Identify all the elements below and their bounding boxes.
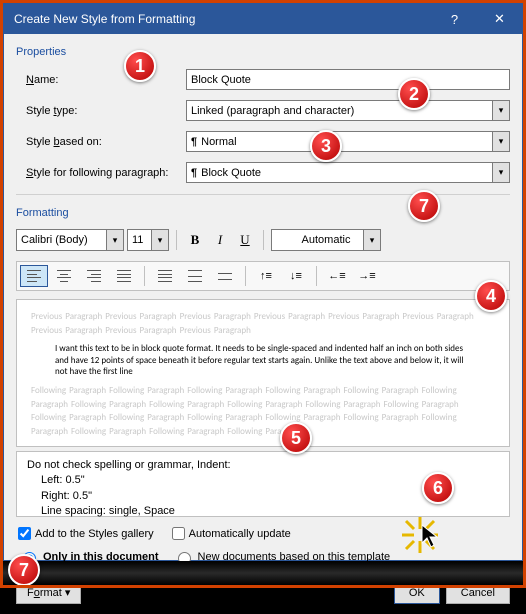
preview-previous-text: Previous Paragraph Previous Paragraph Pr… [31, 310, 495, 337]
name-input[interactable] [186, 69, 510, 90]
align-left-button[interactable] [20, 265, 48, 287]
help-button[interactable]: ? [432, 4, 477, 34]
titlebar: Create New Style from Formatting ? ✕ [4, 4, 522, 34]
marker-6: 6 [422, 472, 454, 504]
taskbar-strip [3, 561, 523, 585]
add-to-gallery-checkbox[interactable]: Add to the Styles gallery [18, 527, 154, 540]
space-before-dec-button[interactable]: ↓≡ [282, 265, 310, 287]
preview-pane: Previous Paragraph Previous Paragraph Pr… [16, 299, 510, 447]
pilcrow-icon: ¶ [191, 136, 197, 148]
chevron-down-icon[interactable] [363, 230, 380, 250]
line-spacing-15-button[interactable] [181, 265, 209, 287]
align-justify-button[interactable] [110, 265, 138, 287]
marker-7a: 7 [408, 190, 440, 222]
chevron-down-icon[interactable] [492, 101, 509, 120]
font-color-combo[interactable]: Automatic [271, 229, 381, 251]
marker-1: 1 [124, 50, 156, 82]
increase-indent-button[interactable]: →≡ [353, 265, 381, 287]
close-button[interactable]: ✕ [477, 4, 522, 34]
align-center-button[interactable] [50, 265, 78, 287]
following-para-label: Style for following paragraph: [16, 167, 186, 179]
style-type-combo[interactable]: Linked (paragraph and character) [186, 100, 510, 121]
align-right-button[interactable] [80, 265, 108, 287]
based-on-label: Style based on: [16, 136, 186, 148]
style-type-label: Style type: [16, 105, 186, 117]
preview-sample-text: I want this text to be in block quote fo… [55, 343, 495, 378]
marker-4: 4 [475, 280, 507, 312]
line-spacing-2-button[interactable] [211, 265, 239, 287]
auto-update-checkbox[interactable]: Automatically update [172, 527, 291, 540]
underline-button[interactable]: U [234, 229, 256, 251]
decrease-indent-button[interactable]: ←≡ [323, 265, 351, 287]
name-label: Name: [16, 74, 186, 86]
chevron-down-icon[interactable] [106, 230, 123, 250]
preview-following-text: Following Paragraph Following Paragraph … [31, 384, 495, 438]
italic-button[interactable]: I [209, 229, 231, 251]
following-para-combo[interactable]: ¶ Block Quote [186, 162, 510, 183]
marker-5: 5 [280, 422, 312, 454]
bold-button[interactable]: B [184, 229, 206, 251]
chevron-down-icon[interactable] [492, 132, 509, 151]
marker-7b: 7 [8, 554, 40, 586]
based-on-combo[interactable]: ¶ Normal [186, 131, 510, 152]
marker-2: 2 [398, 78, 430, 110]
pilcrow-icon: ¶ [191, 167, 197, 179]
marker-3: 3 [310, 130, 342, 162]
line-spacing-1-button[interactable] [151, 265, 179, 287]
chevron-down-icon[interactable] [151, 230, 168, 250]
properties-header: Properties [16, 46, 510, 58]
font-family-combo[interactable]: Calibri (Body) [16, 229, 124, 251]
window-title: Create New Style from Formatting [14, 12, 195, 26]
cursor-icon [420, 523, 440, 549]
font-size-combo[interactable]: 11 [127, 229, 169, 251]
chevron-down-icon[interactable] [492, 163, 509, 182]
space-before-inc-button[interactable]: ↑≡ [252, 265, 280, 287]
